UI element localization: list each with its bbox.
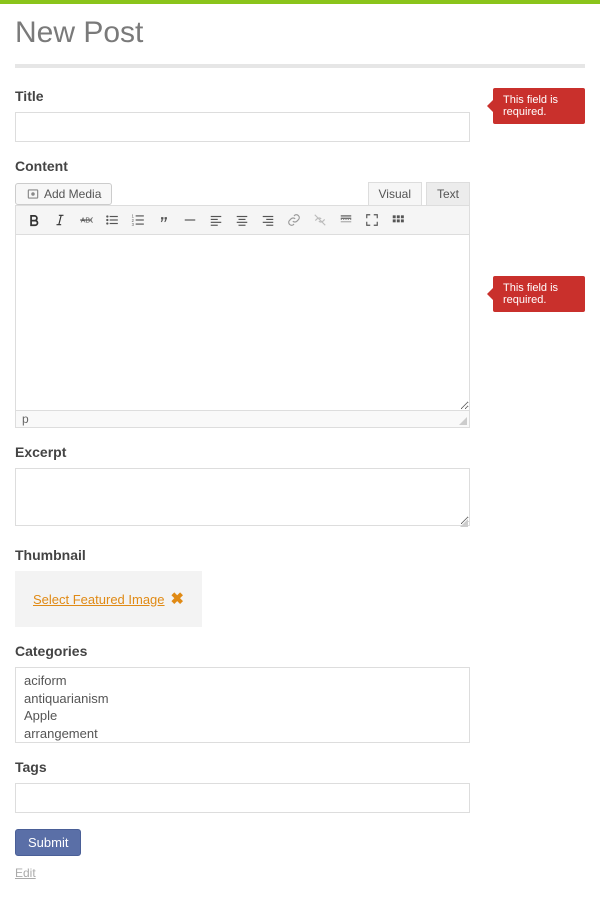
category-option[interactable]: aciform xyxy=(18,672,467,690)
content-editor[interactable] xyxy=(15,235,470,411)
category-option[interactable]: arrangement xyxy=(18,725,467,743)
svg-text:3: 3 xyxy=(132,222,135,227)
editor-tabs: Visual Text xyxy=(364,182,470,205)
bold-button[interactable] xyxy=(26,212,42,228)
editor-status-bar: p xyxy=(15,411,470,428)
align-center-button[interactable] xyxy=(234,212,250,228)
category-option[interactable]: Apple xyxy=(18,707,467,725)
content-label: Content xyxy=(15,158,585,174)
add-media-label: Add Media xyxy=(44,187,101,201)
strikethrough-button[interactable]: ABC xyxy=(78,212,94,228)
resize-grip-icon[interactable] xyxy=(459,417,467,425)
title-error: This field is required. xyxy=(493,88,585,124)
align-right-button[interactable] xyxy=(260,212,276,228)
media-icon xyxy=(26,187,40,201)
tags-input[interactable] xyxy=(15,783,470,813)
add-media-button[interactable]: Add Media xyxy=(15,183,112,205)
tab-visual[interactable]: Visual xyxy=(368,182,422,205)
content-error: This field is required. xyxy=(493,276,585,312)
excerpt-field-block: Excerpt xyxy=(15,444,585,531)
tags-field-block: Tags xyxy=(15,759,585,813)
excerpt-textarea[interactable] xyxy=(15,468,470,526)
fullscreen-button[interactable] xyxy=(364,212,380,228)
blockquote-button[interactable] xyxy=(156,212,172,228)
content-field-block: Content Add Media Visual Text ABC 123 p … xyxy=(15,158,585,428)
categories-label: Categories xyxy=(15,643,585,659)
page-container: New Post Title This field is required. C… xyxy=(0,4,600,902)
category-option[interactable]: antiquarianism xyxy=(18,690,467,708)
editor-path: p xyxy=(22,412,29,426)
page-title: New Post xyxy=(15,16,585,50)
thumbnail-selector: Select Featured Image ✖ xyxy=(15,571,202,627)
categories-field-block: Categories aciformantiquarianismApplearr… xyxy=(15,643,585,743)
unlink-button[interactable] xyxy=(312,212,328,228)
tab-text[interactable]: Text xyxy=(426,182,470,205)
submit-button[interactable]: Submit xyxy=(15,829,81,856)
clear-thumbnail-icon[interactable]: ✖ xyxy=(171,589,184,609)
svg-text:ABC: ABC xyxy=(81,217,93,224)
categories-select[interactable]: aciformantiquarianismApplearrangement xyxy=(15,667,470,743)
toolbar-toggle-button[interactable] xyxy=(390,212,406,228)
numbered-list-button[interactable]: 123 xyxy=(130,212,146,228)
link-button[interactable] xyxy=(286,212,302,228)
bullet-list-button[interactable] xyxy=(104,212,120,228)
hr-button[interactable] xyxy=(182,212,198,228)
select-featured-image-link[interactable]: Select Featured Image xyxy=(33,592,165,607)
editor-toolbar: ABC 123 xyxy=(15,205,470,235)
tags-label: Tags xyxy=(15,759,585,775)
insert-more-button[interactable] xyxy=(338,212,354,228)
align-left-button[interactable] xyxy=(208,212,224,228)
excerpt-label: Excerpt xyxy=(15,444,585,460)
title-field-block: Title This field is required. xyxy=(15,88,585,142)
edit-link[interactable]: Edit xyxy=(15,866,36,880)
title-divider xyxy=(15,64,585,68)
editor-top: Add Media Visual Text xyxy=(15,182,470,205)
italic-button[interactable] xyxy=(52,212,68,228)
resize-grip-icon[interactable] xyxy=(460,519,468,527)
title-input[interactable] xyxy=(15,112,470,142)
thumbnail-label: Thumbnail xyxy=(15,547,585,563)
thumbnail-field-block: Thumbnail Select Featured Image ✖ xyxy=(15,547,585,627)
